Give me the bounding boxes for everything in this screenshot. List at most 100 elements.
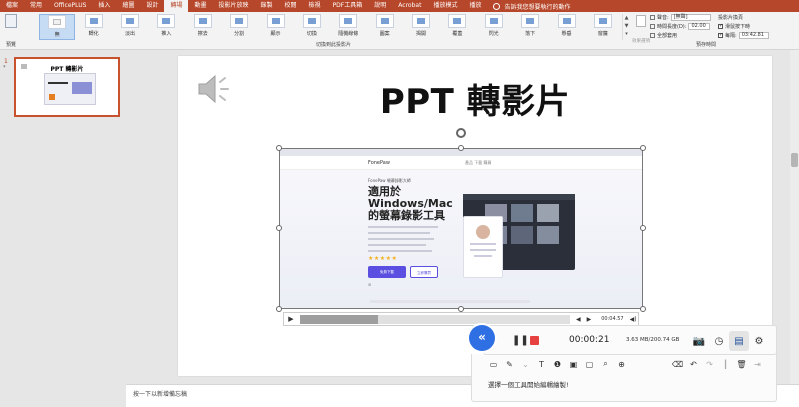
camera-icon[interactable]: 📷 — [689, 331, 709, 351]
tab-playback[interactable]: 播放 — [463, 0, 487, 12]
magnifier-icon[interactable]: ⌕ — [598, 357, 613, 371]
tab-transitions[interactable]: 轉場 — [164, 0, 189, 12]
tab-playback-mode[interactable]: 播放模式 — [427, 0, 463, 12]
gallery-down-icon[interactable]: ▼ — [623, 22, 630, 30]
tab-help[interactable]: 說明 — [368, 0, 392, 12]
after-time-input[interactable]: 03:42.81 — [738, 32, 769, 39]
tab-review[interactable]: 校閱 — [279, 0, 303, 12]
collapse-button[interactable]: « — [469, 325, 495, 351]
preview-icon — [5, 14, 17, 28]
transition-split[interactable]: 分割 — [221, 14, 257, 40]
tab-design[interactable]: 設計 — [140, 0, 164, 12]
slide-number: 1 — [4, 58, 8, 65]
ribbon: 預覽 無 轉化 淡出 推入 擦去 分割 顯示 切換 隨機線條 圖案 揭開 覆蓋 … — [0, 12, 799, 50]
vertical-scrollbar[interactable] — [790, 50, 799, 384]
resize-handle-bl[interactable] — [276, 306, 282, 312]
sound-icon — [650, 15, 655, 20]
on-click-checkbox[interactable]: 滑鼠按下時 — [718, 23, 750, 30]
transition-curtains[interactable]: 窗簾 — [585, 14, 621, 40]
slide-thumbnail[interactable]: PPT 轉影片 — [14, 57, 120, 117]
redo-icon[interactable]: ↷ — [702, 357, 717, 371]
speech-bubble-icon[interactable]: ▢ — [582, 357, 597, 371]
after-check-icon[interactable] — [718, 32, 723, 38]
gallery-more-icon[interactable]: ▾ — [623, 30, 630, 38]
rectangle-icon[interactable]: ▭ — [486, 357, 501, 371]
stop-icon[interactable] — [530, 336, 539, 345]
gallery-up-icon[interactable]: ▲ — [623, 14, 630, 22]
tab-draw[interactable]: 繪圖 — [116, 0, 140, 12]
transition-wipe[interactable]: 擦去 — [185, 14, 221, 40]
tab-insert[interactable]: 插入 — [92, 0, 116, 12]
scrollbar-thumb[interactable] — [791, 153, 798, 167]
pen-icon[interactable]: ✎ — [502, 357, 517, 371]
transition-shape[interactable]: 圖案 — [366, 14, 402, 40]
transition-fall-over[interactable]: 落下 — [512, 14, 548, 40]
exit-icon[interactable]: ⇥ — [750, 357, 765, 371]
step-number-icon[interactable]: ❶ — [550, 357, 565, 371]
image-icon[interactable]: ▣ — [566, 357, 581, 371]
resize-handle-tl[interactable] — [276, 145, 282, 151]
target-icon[interactable]: ⊕ — [614, 357, 629, 371]
tab-record[interactable]: 錄製 — [255, 0, 279, 12]
text-icon[interactable]: T — [534, 357, 549, 371]
lightbulb-icon — [493, 2, 501, 10]
resize-handle-l[interactable] — [276, 225, 282, 231]
tab-officeplus[interactable]: OfficePLUS — [48, 0, 92, 12]
gallery-scroll[interactable]: ▲ ▼ ▾ — [622, 14, 630, 40]
transition-uncover[interactable]: 揭開 — [403, 14, 439, 40]
resize-handle-t[interactable] — [458, 145, 464, 151]
transition-random-bars[interactable]: 隨機線條 — [330, 14, 366, 40]
resize-handle-r[interactable] — [640, 225, 646, 231]
rotate-handle-icon[interactable] — [456, 128, 466, 138]
transition-split-icon — [230, 14, 249, 28]
transition-reveal[interactable]: 顯示 — [257, 14, 293, 40]
resize-handle-tr[interactable] — [640, 145, 646, 151]
apply-all-button[interactable]: 全部套用 — [650, 32, 677, 39]
toolbox-icon[interactable]: ▤ — [729, 331, 749, 351]
transition-cover[interactable]: 覆蓋 — [439, 14, 475, 40]
resize-handle-br[interactable] — [640, 306, 646, 312]
recording-size: 3.63 MB/200.74 GB — [626, 337, 680, 343]
pause-icon[interactable]: ❚❚ — [512, 335, 529, 346]
step-back-icon[interactable]: ◀ — [576, 316, 581, 323]
recorder-hint: 選擇一個工具開始編輯繪製! — [488, 381, 569, 389]
slide-title[interactable]: PPT 轉影片 — [178, 74, 772, 123]
tab-animations[interactable]: 動畫 — [188, 0, 212, 12]
settings-gear-icon[interactable]: ⚙ — [749, 331, 769, 351]
trash-icon[interactable]: 🗑 — [734, 357, 749, 371]
volume-icon[interactable]: ◀) — [630, 316, 637, 323]
clock-icon — [650, 24, 655, 29]
tab-file[interactable]: 檔案 — [0, 0, 24, 12]
sound-select[interactable]: [無聲] — [670, 14, 711, 21]
transition-fade[interactable]: 淡出 — [112, 14, 148, 40]
preview-button[interactable] — [2, 14, 20, 38]
step-forward-icon[interactable]: ▶ — [587, 316, 592, 323]
dropdown-chevron-icon[interactable]: ⌄ — [518, 357, 533, 371]
transition-cut[interactable]: 切換 — [294, 14, 330, 40]
tab-view[interactable]: 檢視 — [303, 0, 327, 12]
eraser-icon[interactable]: ⌫ — [670, 357, 685, 371]
transition-morph[interactable]: 轉化 — [75, 14, 111, 40]
undo-icon[interactable]: ↶ — [686, 357, 701, 371]
powerpoint-window: 檔案 常用 OfficePLUS 插入 繪圖 設計 轉場 動畫 投影片放映 錄製… — [0, 0, 799, 407]
video-progress-fill — [300, 314, 379, 324]
thumb-video — [44, 73, 96, 105]
transition-drape[interactable]: 懸垂 — [548, 14, 584, 40]
tell-me-box[interactable]: 告訴我您想要執行的動作 — [493, 2, 570, 11]
tab-slideshow[interactable]: 投影片放映 — [213, 0, 255, 12]
duration-input[interactable]: 02.00 — [688, 23, 711, 30]
thumb-title: PPT 轉影片 — [50, 66, 84, 73]
transition-none-icon — [48, 15, 67, 29]
recorder-edit-panel: ▭ ✎ ⌄ T ❶ ▣ ▢ ⌕ ⊕ ⌫ ↶ ↷ ┃ 🗑 ⇥ 選擇一個工具開始編輯… — [471, 354, 777, 402]
play-icon[interactable]: ▶ — [284, 315, 298, 323]
video-time: 00:04.57 — [601, 316, 624, 322]
effect-options-button[interactable]: 效果選項 — [632, 14, 650, 44]
transition-push[interactable]: 推入 — [148, 14, 184, 40]
timer-icon[interactable]: ◷ — [709, 331, 729, 351]
transition-flash[interactable]: 閃光 — [476, 14, 512, 40]
tab-home[interactable]: 常用 — [24, 0, 48, 12]
tab-acrobat[interactable]: Acrobat — [392, 0, 427, 12]
speaker-icon[interactable] — [197, 72, 233, 106]
transition-none[interactable]: 無 — [39, 14, 76, 40]
tab-pdf-tools[interactable]: PDF工具箱 — [327, 0, 369, 12]
